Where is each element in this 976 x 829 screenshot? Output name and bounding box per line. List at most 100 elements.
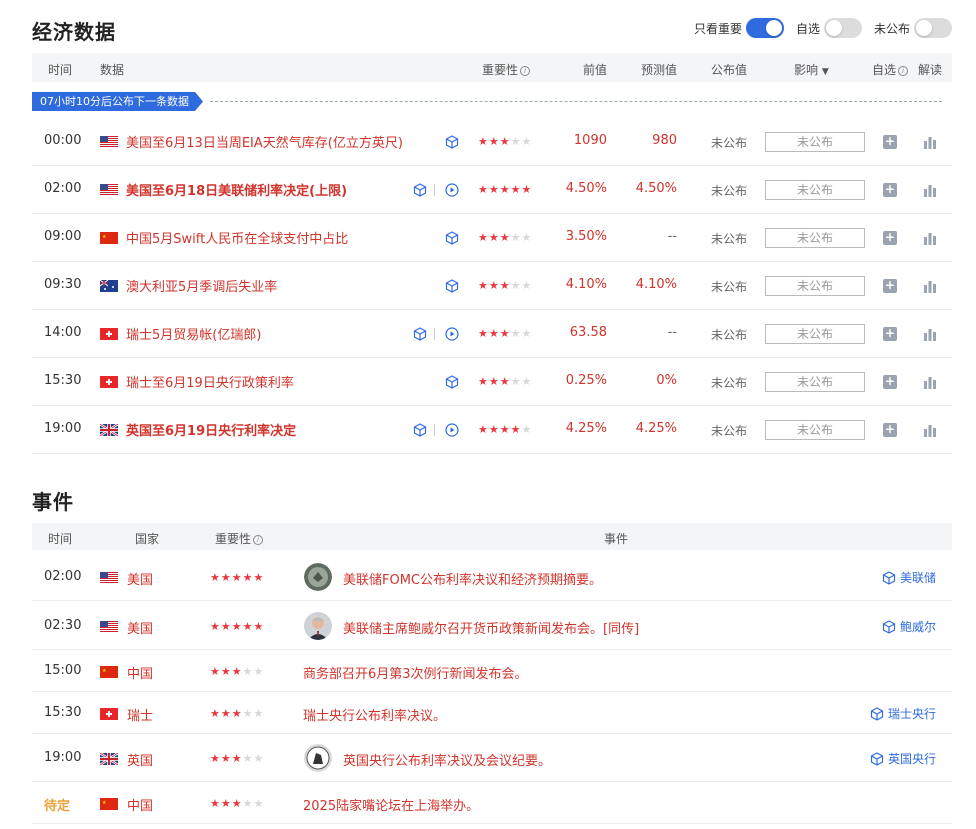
- indicator-title[interactable]: 美国至6月13日当周EIA天然气库存(亿立方英尺): [126, 132, 403, 151]
- star-icon: ★: [510, 423, 522, 436]
- add-watchlist-button[interactable]: +: [883, 135, 897, 149]
- impact-box: 未公布: [765, 180, 865, 200]
- econ-row[interactable]: 15:30 瑞士至6月19日央行政策利率 ★★★★★ 0.25% 0% 未公布 …: [32, 358, 952, 406]
- add-watchlist-button[interactable]: +: [883, 327, 897, 341]
- cube-icon[interactable]: [445, 279, 459, 293]
- indicator-title[interactable]: 瑞士5月贸易帐(亿瑞郎): [126, 324, 261, 343]
- star-icon: ★: [521, 375, 533, 388]
- star-icon: ★: [478, 423, 489, 436]
- event-tag[interactable]: 英国央行: [870, 750, 936, 767]
- info-icon[interactable]: i: [520, 65, 531, 76]
- cube-icon[interactable]: [445, 375, 459, 389]
- row-time: 14:00: [44, 325, 82, 340]
- bar-chart-icon[interactable]: [923, 279, 937, 293]
- published-value: 未公布: [711, 328, 748, 342]
- event-time: 02:30: [44, 618, 82, 633]
- indicator-title[interactable]: 英国至6月19日央行利率决定: [126, 420, 296, 439]
- bar-chart-icon[interactable]: [923, 183, 937, 197]
- caret-down-icon: ▼: [821, 67, 829, 77]
- event-row[interactable]: 15:30 瑞士 ★★★★★ 瑞士央行公布利率决议。 瑞士央行: [32, 692, 952, 734]
- indicator-title[interactable]: 中国5月Swift人民币在全球支付中占比: [126, 228, 348, 247]
- star-icon: ★: [510, 279, 522, 292]
- play-icon[interactable]: [445, 183, 459, 197]
- flag-us-icon: [100, 184, 118, 200]
- forecast-value: --: [667, 229, 677, 244]
- info-icon[interactable]: i: [253, 534, 264, 545]
- event-text[interactable]: 商务部召开6月第3次例行新闻发布会。: [303, 663, 528, 682]
- play-icon[interactable]: [445, 423, 459, 437]
- add-watchlist-button[interactable]: +: [883, 423, 897, 437]
- event-row[interactable]: 15:00 ★ 中国 ★★★★★ 商务部召开6月第3次例行新闻发布会。: [32, 650, 952, 692]
- header-published: 公布值: [711, 63, 748, 77]
- event-text[interactable]: 2025陆家嘴论坛在上海举办。: [303, 795, 479, 814]
- cube-icon[interactable]: [445, 135, 459, 149]
- cube-icon[interactable]: [445, 231, 459, 245]
- flag-us-icon: [100, 572, 118, 588]
- add-watchlist-button[interactable]: +: [883, 183, 897, 197]
- econ-row[interactable]: 09:00 ★ 中国5月Swift人民币在全球支付中占比 ★★★★★ 3.50%…: [32, 214, 952, 262]
- toggle-important-only[interactable]: 只看重要: [694, 18, 784, 38]
- importance-stars: ★★★★★: [210, 707, 264, 720]
- bar-chart-icon[interactable]: [923, 135, 937, 149]
- cube-icon[interactable]: [413, 183, 427, 197]
- event-row[interactable]: 19:00 英国 ★★★★★ 英国央行公布利率决议及会议纪要。 英国央行: [32, 734, 952, 782]
- header-impact-label: 影响: [794, 63, 819, 77]
- econ-table-header: 时间 数据 重要性 i 前值 预测值 公布值 影响 ▼ 自选 i 解读: [32, 53, 952, 82]
- toggle-switch[interactable]: [823, 18, 862, 38]
- add-watchlist-button[interactable]: +: [883, 279, 897, 293]
- info-icon[interactable]: i: [898, 65, 909, 76]
- add-watchlist-button[interactable]: +: [883, 375, 897, 389]
- cube-icon[interactable]: [413, 423, 427, 437]
- toggle-unpublished[interactable]: 未公布: [874, 18, 952, 38]
- event-tag-label: 鲍威尔: [899, 620, 936, 634]
- econ-row[interactable]: 14:00 瑞士5月贸易帐(亿瑞郎) ★★★★★ 63.58 -- 未公布 未公…: [32, 310, 952, 358]
- bar-chart-icon[interactable]: [923, 423, 937, 437]
- row-time: 09:30: [44, 277, 82, 292]
- toggle-watchlist[interactable]: 自选: [796, 18, 862, 38]
- star-icon: ★: [242, 752, 254, 765]
- econ-row[interactable]: 19:00 英国至6月19日央行利率决定 ★★★★★ 4.25% 4.25% 未…: [32, 406, 952, 454]
- event-tag[interactable]: 美联储: [882, 569, 936, 586]
- play-icon[interactable]: [445, 327, 459, 341]
- bar-chart-icon[interactable]: [923, 231, 937, 245]
- events-table-header: 时间 国家 重要性 i 事件: [32, 523, 952, 550]
- toggle-switch[interactable]: [745, 18, 784, 38]
- bar-chart-icon[interactable]: [923, 375, 937, 389]
- star-icon: ★: [499, 375, 511, 388]
- header-impact[interactable]: 影响 ▼: [794, 61, 829, 78]
- event-time: 19:00: [44, 750, 82, 765]
- indicator-title[interactable]: 澳大利亚5月季调后失业率: [126, 276, 277, 295]
- event-row[interactable]: 02:30 美国 ★★★★★ 美联储主席鲍威尔召开货币政策新闻发布会。[同传] …: [32, 601, 952, 650]
- event-text[interactable]: 美联储主席鲍威尔召开货币政策新闻发布会。[同传]: [343, 618, 639, 637]
- row-time: 00:00: [44, 133, 82, 148]
- cube-icon[interactable]: [413, 327, 427, 341]
- event-tag-label: 瑞士央行: [887, 707, 936, 721]
- event-time: 15:30: [44, 705, 82, 720]
- flag-us-icon: [100, 136, 118, 152]
- bar-chart-icon[interactable]: [923, 327, 937, 341]
- star-icon: ★: [231, 752, 243, 765]
- econ-row[interactable]: 00:00 美国至6月13日当周EIA天然气库存(亿立方英尺) ★★★★★ 10…: [32, 118, 952, 166]
- econ-row[interactable]: 02:00 美国至6月18日美联储利率决定(上限) ★★★★★ 4.50% 4.…: [32, 166, 952, 214]
- add-watchlist-button[interactable]: +: [883, 231, 897, 245]
- published-value: 未公布: [711, 184, 748, 198]
- toggle-switch[interactable]: [914, 18, 952, 38]
- indicator-title[interactable]: 美国至6月18日美联储利率决定(上限): [126, 180, 347, 199]
- event-tag[interactable]: 鲍威尔: [882, 618, 936, 635]
- indicator-title[interactable]: 瑞士至6月19日央行政策利率: [126, 372, 294, 391]
- toggle-label: 只看重要: [693, 21, 742, 36]
- star-icon: ★: [253, 752, 265, 765]
- event-text[interactable]: 英国央行公布利率决议及会议纪要。: [343, 750, 551, 769]
- event-text[interactable]: 美联储FOMC公布利率决议和经济预期摘要。: [343, 569, 602, 588]
- divider: [434, 184, 435, 196]
- event-text[interactable]: 瑞士央行公布利率决议。: [303, 705, 446, 724]
- event-row[interactable]: 02:00 美国 ★★★★★ 美联储FOMC公布利率决议和经济预期摘要。 美联储: [32, 552, 952, 601]
- event-row[interactable]: 待定 ★ 中国 ★★★★★ 2025陆家嘴论坛在上海举办。: [32, 782, 952, 824]
- cube-icon: [882, 619, 896, 634]
- importance-stars: ★★★★★: [210, 752, 264, 765]
- divider: [434, 424, 435, 436]
- event-tag[interactable]: 瑞士央行: [870, 705, 936, 722]
- star-icon: ★: [253, 707, 265, 720]
- econ-row[interactable]: 09:30 澳大利亚5月季调后失业率 ★★★★★ 4.10% 4.10% 未公布…: [32, 262, 952, 310]
- impact-box: 未公布: [765, 372, 865, 392]
